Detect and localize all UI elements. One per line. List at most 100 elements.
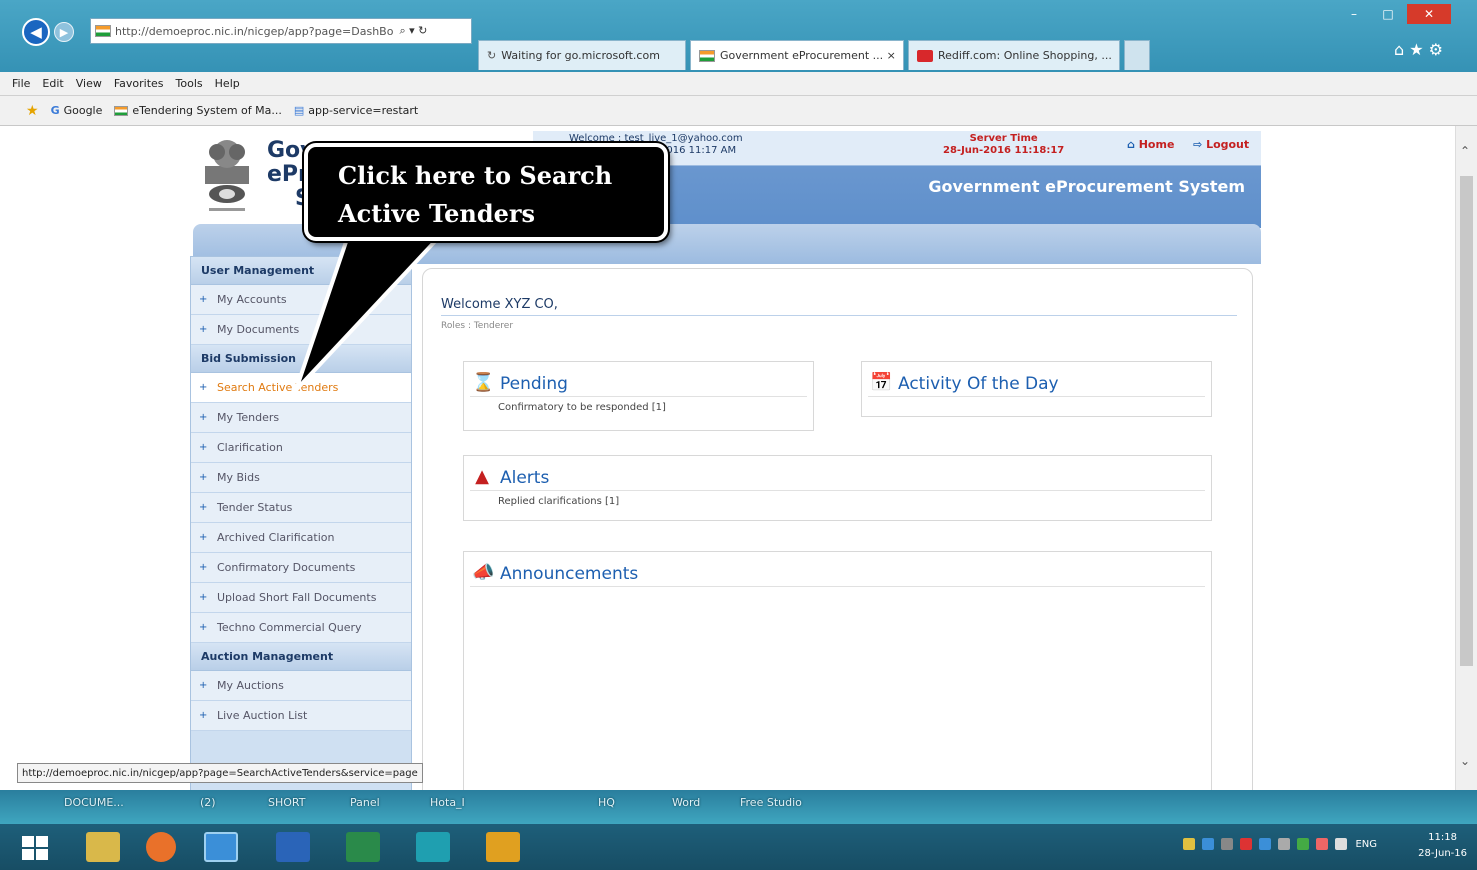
scroll-thumb[interactable] xyxy=(1460,176,1473,666)
desktop-icon-label[interactable]: HQ xyxy=(598,796,615,809)
home-link[interactable]: ⌂ Home xyxy=(1127,138,1174,151)
plus-icon: + xyxy=(199,294,208,305)
desktop-icon-label[interactable]: Word xyxy=(672,796,700,809)
plus-icon: + xyxy=(199,532,208,543)
tab-rediff[interactable]: Rediff.com: Online Shopping, ... xyxy=(908,40,1120,70)
desktop-icon-label[interactable]: Hota_I xyxy=(430,796,465,809)
firefox-icon[interactable] xyxy=(146,832,176,862)
plus-icon: + xyxy=(199,324,208,335)
word-icon[interactable] xyxy=(276,832,310,862)
forward-button[interactable]: ▶ xyxy=(54,22,74,42)
sidebar-section-user-management: User Management xyxy=(191,257,411,285)
sidebar-item-confirmatory-documents[interactable]: + Confirmatory Documents xyxy=(191,553,411,583)
tray-icon[interactable] xyxy=(1259,838,1271,850)
alerts-item[interactable]: Replied clarifications [1] xyxy=(498,496,619,507)
excel-icon[interactable] xyxy=(346,832,380,862)
desktop-icon-label[interactable]: SHORT xyxy=(268,796,305,809)
desktop-icon-label[interactable]: (2) xyxy=(200,796,216,809)
tray-icon[interactable] xyxy=(1278,838,1290,850)
pending-panel: ⌛ Pending Confirmatory to be responded [… xyxy=(463,361,814,431)
sidebar-item-my-bids[interactable]: + My Bids xyxy=(191,463,411,493)
menu-view[interactable]: View xyxy=(76,77,102,90)
menu-edit[interactable]: Edit xyxy=(42,77,63,90)
megaphone-icon: 📣 xyxy=(472,562,495,583)
menu-tools[interactable]: Tools xyxy=(176,77,203,90)
favorite-app-service[interactable]: ▤ app-service=restart xyxy=(294,104,418,117)
tab-government-eprocurement[interactable]: Government eProcurement ... × xyxy=(690,40,904,70)
tab-label: Rediff.com: Online Shopping, ... xyxy=(938,49,1112,62)
sidebar-item-tender-status[interactable]: + Tender Status xyxy=(191,493,411,523)
app-stack-icon[interactable] xyxy=(486,832,520,862)
close-button[interactable]: ✕ xyxy=(1407,4,1451,24)
internet-explorer-icon[interactable] xyxy=(204,832,238,862)
vertical-scrollbar[interactable]: ⌃ ⌄ xyxy=(1455,126,1477,790)
tray-icon[interactable] xyxy=(1316,838,1328,850)
desktop-icons-strip: DOCUME... (2) SHORT Panel Hota_I HQ Word… xyxy=(0,790,1477,824)
sidebar-item-my-documents[interactable]: + My Documents xyxy=(191,315,411,345)
favorites-star-icon[interactable]: ★ xyxy=(26,103,39,119)
sidebar-item-label: Confirmatory Documents xyxy=(217,561,356,574)
sidebar-item-my-tenders[interactable]: + My Tenders xyxy=(191,403,411,433)
home-icon: ⌂ xyxy=(1127,138,1135,151)
tray-icon[interactable] xyxy=(1240,838,1252,850)
tab-waiting[interactable]: ↻ Waiting for go.microsoft.com xyxy=(478,40,686,70)
sidebar-item-my-accounts[interactable]: + My Accounts xyxy=(191,285,411,315)
rediff-icon xyxy=(917,49,933,62)
callout-line-1: Click here to Search xyxy=(338,161,613,190)
tray-icon[interactable] xyxy=(1297,838,1309,850)
sidebar-item-archived-clarification[interactable]: + Archived Clarification xyxy=(191,523,411,553)
menu-file[interactable]: File xyxy=(12,77,30,90)
tray-icon[interactable] xyxy=(1221,838,1233,850)
sidebar-item-my-auctions[interactable]: + My Auctions xyxy=(191,671,411,701)
address-controls[interactable]: ⌕ ▾ ↻ xyxy=(399,24,427,38)
sidebar-item-upload-short-fall-documents[interactable]: + Upload Short Fall Documents xyxy=(191,583,411,613)
system-tray xyxy=(1183,838,1347,850)
alerts-panel: ▲ Alerts Replied clarifications [1] xyxy=(463,455,1212,521)
tray-icon[interactable] xyxy=(1202,838,1214,850)
server-time-value: 28-Jun-2016 11:18:17 xyxy=(943,145,1065,156)
maximize-button[interactable]: □ xyxy=(1373,4,1403,24)
tab-label: Government eProcurement ... × xyxy=(720,49,896,62)
clock[interactable]: 11:18 28-Jun-16 xyxy=(1418,830,1467,862)
start-button[interactable] xyxy=(18,832,52,862)
desktop-icon-label[interactable]: Panel xyxy=(350,796,380,809)
sidebar-item-live-auction-list[interactable]: + Live Auction List xyxy=(191,701,411,731)
menu-help[interactable]: Help xyxy=(215,77,240,90)
favorite-etendering[interactable]: eTendering System of Ma... xyxy=(114,104,282,117)
volume-icon[interactable] xyxy=(1335,838,1347,850)
alerts-title: Alerts xyxy=(500,468,550,488)
favorite-label: eTendering System of Ma... xyxy=(132,104,282,117)
india-flag-icon xyxy=(114,105,129,116)
favorite-google[interactable]: G Google xyxy=(51,104,103,117)
browser-toolbar-icons[interactable]: ⌂ ★ ⚙ xyxy=(1394,40,1443,59)
forward-arrow-icon: ▶ xyxy=(59,25,69,39)
logout-link[interactable]: ⇨ Logout xyxy=(1193,138,1249,151)
activity-panel: 📅 Activity Of the Day xyxy=(861,361,1212,417)
scroll-up-icon[interactable]: ⌃ xyxy=(1460,144,1470,158)
menu-favorites[interactable]: Favorites xyxy=(114,77,164,90)
pending-item[interactable]: Confirmatory to be responded [1] xyxy=(498,402,666,413)
sidebar-item-search-active-tenders[interactable]: + Search Active Tenders xyxy=(191,373,411,403)
browser-window: ◀ ▶ http://demoeproc.nic.in/nicgep/app?p… xyxy=(0,0,1477,790)
headphones-app-icon[interactable] xyxy=(416,832,450,862)
file-explorer-icon[interactable] xyxy=(86,832,120,862)
desktop-icon-label[interactable]: DOCUME... xyxy=(64,796,124,809)
announcements-panel: 📣 Announcements xyxy=(463,551,1212,790)
new-tab-button[interactable] xyxy=(1124,40,1150,70)
tray-icon[interactable] xyxy=(1183,838,1195,850)
pending-title: Pending xyxy=(500,374,568,394)
main-content: Welcome XYZ CO, Roles : Tenderer ⌛ Pendi… xyxy=(422,268,1253,790)
favorites-bar: ★ G Google eTendering System of Ma... ▤ ap… xyxy=(0,96,1477,126)
address-bar[interactable]: http://demoeproc.nic.in/nicgep/app?page=… xyxy=(90,18,472,44)
desktop-icon-label[interactable]: Free Studio xyxy=(740,796,802,809)
address-text[interactable]: http://demoeproc.nic.in/nicgep/app?page=… xyxy=(115,25,393,38)
sidebar-item-techno-commercial-query[interactable]: + Techno Commercial Query xyxy=(191,613,411,643)
window-controls: – □ ✕ xyxy=(1339,4,1451,24)
minimize-button[interactable]: – xyxy=(1339,4,1369,24)
scroll-down-icon[interactable]: ⌄ xyxy=(1460,754,1470,768)
language-indicator[interactable]: ENG xyxy=(1355,839,1377,850)
plus-icon: + xyxy=(199,412,208,423)
sidebar-item-label: My Documents xyxy=(217,323,300,336)
back-button[interactable]: ◀ xyxy=(22,18,50,46)
sidebar-item-clarification[interactable]: + Clarification xyxy=(191,433,411,463)
